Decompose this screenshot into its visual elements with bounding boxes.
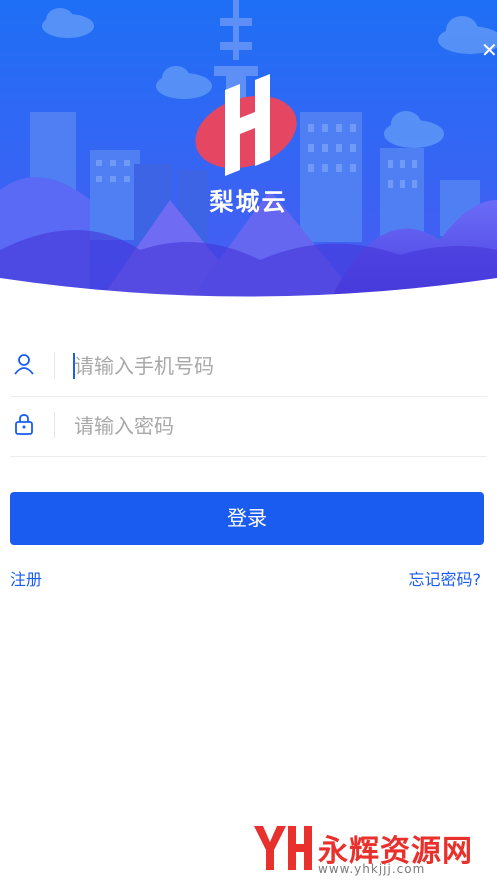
- field-divider: [54, 412, 55, 438]
- watermark-logo: [254, 826, 312, 870]
- user-icon: [14, 354, 34, 375]
- close-icon[interactable]: ✕: [481, 38, 497, 62]
- register-link[interactable]: 注册: [10, 566, 42, 590]
- password-input[interactable]: [74, 406, 474, 446]
- phone-input[interactable]: [74, 346, 474, 386]
- city-illustration: [0, 0, 497, 300]
- watermark-url: www.yhkjjj.com: [318, 862, 426, 876]
- login-button[interactable]: 登录: [10, 492, 484, 545]
- forgot-password-link[interactable]: 忘记密码?: [409, 566, 482, 590]
- field-divider: [54, 352, 55, 378]
- phone-field-row: [10, 336, 487, 397]
- brand-name: 梨城云: [209, 188, 288, 216]
- password-field-row: [10, 396, 487, 457]
- hero-banner: [0, 0, 497, 300]
- lock-icon: [15, 414, 33, 435]
